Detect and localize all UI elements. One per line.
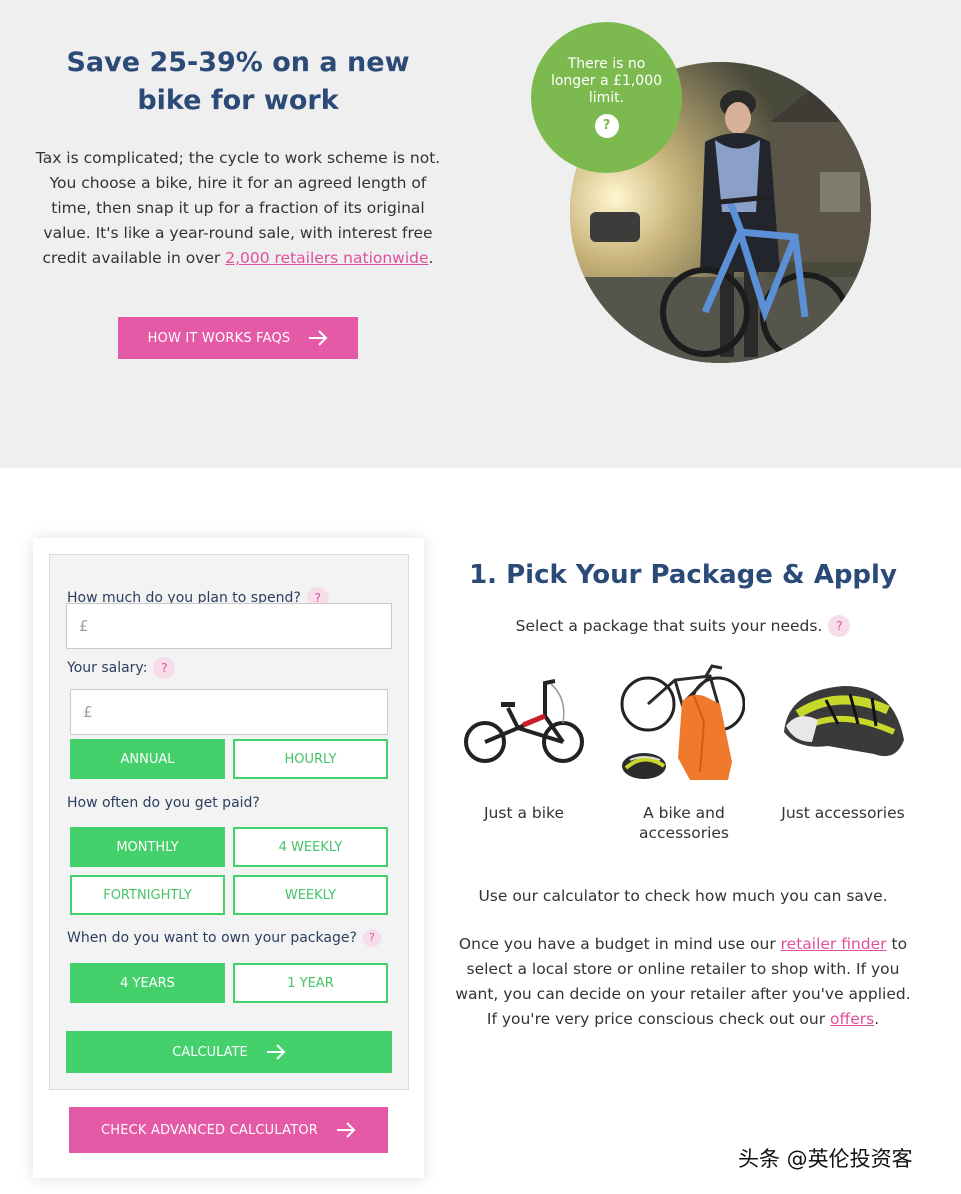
hero-title: Save 25-39% on a new bike for work (66, 47, 410, 116)
watermark: 头条 @英伦投资客 (738, 1147, 913, 1171)
own-question: When do you want to own your package? ? (67, 929, 381, 947)
package-just-accessories[interactable]: Just accessories (773, 803, 913, 823)
arrow-right-icon (337, 1122, 356, 1138)
own-label: When do you want to own your package? (67, 930, 357, 946)
retailer-paragraph: Once you have a budget in mind use our r… (452, 932, 914, 1032)
help-icon[interactable]: ? (362, 929, 381, 947)
step-subtitle: Select a package that suits your needs. … (448, 615, 918, 637)
hero-section: Save 25-39% on a new bike for work Tax i… (0, 0, 961, 468)
package-just-bike[interactable]: Just a bike (454, 803, 594, 823)
help-icon[interactable]: ? (594, 114, 619, 138)
salary-hourly-option[interactable]: HOURLY (233, 739, 388, 779)
calculator-form: How much do you plan to spend? ? £ Your … (49, 554, 409, 1090)
paid-label: How often do you get paid? (67, 795, 260, 811)
how-it-works-label: HOW IT WORKS FAQS (147, 330, 291, 346)
advanced-calculator-button[interactable]: CHECK ADVANCED CALCULATOR (69, 1107, 388, 1153)
retailer-paragraph-end: . (874, 1010, 880, 1028)
helmet-image[interactable] (778, 680, 906, 766)
how-it-works-button[interactable]: HOW IT WORKS FAQS (118, 317, 358, 359)
arrow-right-icon (309, 330, 328, 346)
arrow-right-icon (266, 1044, 286, 1060)
paid-monthly-option[interactable]: MONTHLY (70, 827, 225, 867)
hero-description-end: . (428, 249, 434, 267)
retailers-link[interactable]: 2,000 retailers nationwide (225, 249, 428, 267)
salary-question: Your salary: ? (67, 657, 176, 679)
package-bike-and-accessories[interactable]: A bike and accessories (614, 803, 754, 843)
paid-4weekly-option[interactable]: 4 WEEKLY (233, 827, 388, 867)
paid-weekly-option[interactable]: WEEKLY (233, 875, 388, 915)
retailer-paragraph-start: Once you have a budget in mind use our (458, 935, 781, 953)
help-icon[interactable]: ? (828, 615, 851, 637)
own-1year-option[interactable]: 1 YEAR (233, 963, 388, 1003)
calculator-card: How much do you plan to spend? ? £ Your … (33, 538, 424, 1178)
step-subtitle-text: Select a package that suits your needs. (515, 617, 823, 635)
retailer-finder-link[interactable]: retailer finder (781, 935, 887, 953)
calculator-hint: Use our calculator to check how much you… (478, 887, 888, 905)
spend-input[interactable]: £ (66, 603, 392, 649)
help-icon[interactable]: ? (153, 657, 176, 679)
folding-bike-image[interactable] (463, 678, 585, 768)
salary-label: Your salary: (67, 660, 148, 676)
paid-question: How often do you get paid? (67, 795, 260, 811)
calculate-button[interactable]: CALCULATE (66, 1031, 392, 1073)
bike-and-accessories-image[interactable] (620, 662, 745, 784)
limit-bubble: There is no longer a £1,000 limit. ? (531, 22, 682, 173)
salary-annual-option[interactable]: ANNUAL (70, 739, 225, 779)
offers-link[interactable]: offers (830, 1010, 874, 1028)
calculate-label: CALCULATE (172, 1044, 248, 1060)
step-title: 1. Pick Your Package & Apply (469, 560, 897, 590)
hero-description: Tax is complicated; the cycle to work sc… (30, 146, 446, 271)
salary-input[interactable]: £ (70, 689, 388, 735)
own-4years-option[interactable]: 4 YEARS (70, 963, 225, 1003)
advanced-calculator-label: CHECK ADVANCED CALCULATOR (100, 1122, 319, 1138)
limit-bubble-text: There is no longer a £1,000 limit. (550, 56, 663, 106)
paid-fortnightly-option[interactable]: FORTNIGHTLY (70, 875, 225, 915)
